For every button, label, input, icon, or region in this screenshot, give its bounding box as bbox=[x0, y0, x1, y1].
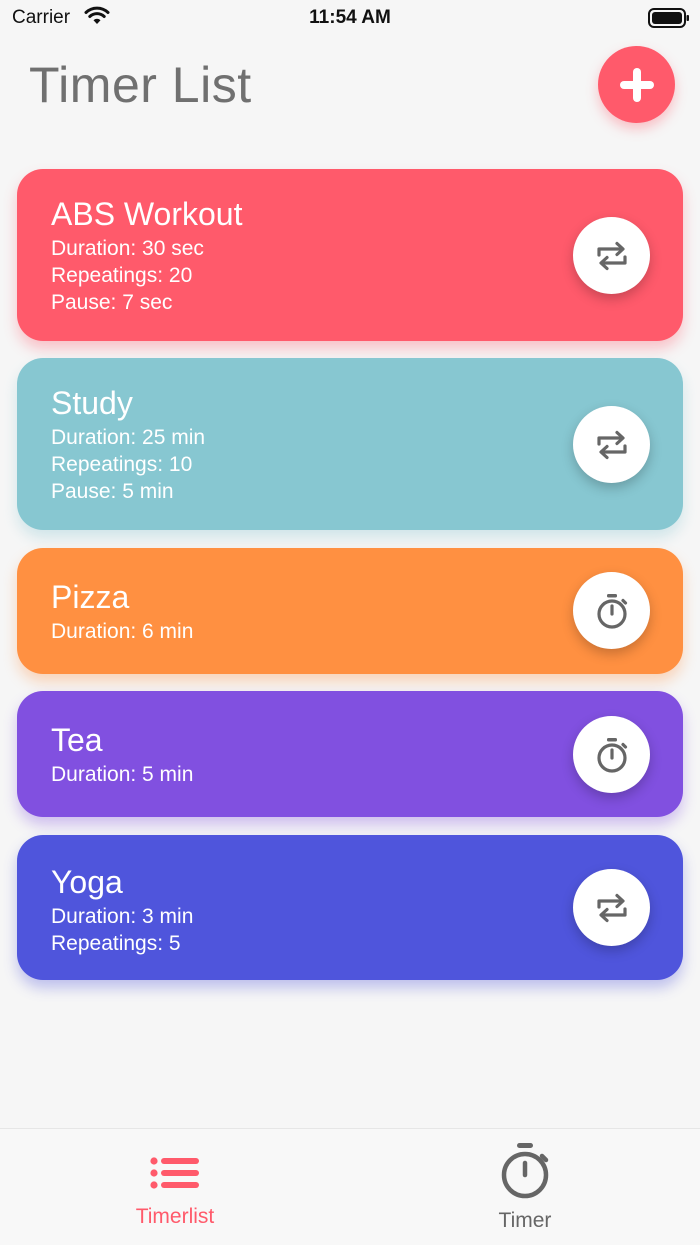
timer-pause: Pause: 5 min bbox=[51, 480, 174, 503]
timer-repeatings: Repeatings: 20 bbox=[51, 264, 193, 287]
tab-label: Timer bbox=[498, 1209, 552, 1232]
repeat-icon bbox=[596, 241, 627, 270]
stopwatch-icon bbox=[596, 737, 627, 773]
add-timer-button[interactable] bbox=[598, 46, 675, 123]
timer-card-tea[interactable]: Tea Duration: 5 min bbox=[17, 691, 683, 817]
timer-duration: Duration: 3 min bbox=[51, 905, 194, 928]
repeat-icon bbox=[596, 430, 627, 459]
repeat-button[interactable] bbox=[573, 869, 650, 946]
timer-card-yoga[interactable]: Yoga Duration: 3 min Repeatings: 5 bbox=[17, 835, 683, 980]
page-title: Timer List bbox=[29, 57, 252, 113]
tab-label: Timerlist bbox=[135, 1205, 215, 1228]
timer-duration: Duration: 6 min bbox=[51, 620, 194, 643]
timer-card-abs-workout[interactable]: ABS Workout Duration: 30 sec Repeatings:… bbox=[17, 169, 683, 341]
stopwatch-button[interactable] bbox=[573, 572, 650, 649]
timer-repeatings: Repeatings: 10 bbox=[51, 453, 193, 476]
list-icon bbox=[0, 1157, 350, 1189]
stopwatch-button[interactable] bbox=[573, 716, 650, 793]
tab-bar: Timerlist Timer bbox=[0, 1128, 700, 1245]
tab-timerlist[interactable]: Timerlist bbox=[0, 1129, 350, 1245]
repeat-button[interactable] bbox=[573, 406, 650, 483]
timer-card-study[interactable]: Study Duration: 25 min Repeatings: 10 Pa… bbox=[17, 358, 683, 530]
timer-title: Study bbox=[51, 385, 133, 421]
battery-icon bbox=[648, 8, 690, 33]
timer-title: Yoga bbox=[51, 864, 123, 900]
repeat-button[interactable] bbox=[573, 217, 650, 294]
repeat-icon bbox=[596, 893, 627, 922]
timer-title: Tea bbox=[51, 722, 103, 758]
stopwatch-icon bbox=[350, 1141, 700, 1201]
timer-duration: Duration: 30 sec bbox=[51, 237, 204, 260]
timer-duration: Duration: 25 min bbox=[51, 426, 206, 449]
timer-title: ABS Workout bbox=[51, 196, 243, 232]
timer-title: Pizza bbox=[51, 579, 130, 615]
status-time: 11:54 AM bbox=[309, 7, 391, 28]
tab-timer[interactable]: Timer bbox=[350, 1129, 700, 1245]
plus-icon bbox=[619, 67, 654, 102]
timer-repeatings: Repeatings: 5 bbox=[51, 932, 181, 955]
timer-pause: Pause: 7 sec bbox=[51, 291, 173, 314]
timer-card-pizza[interactable]: Pizza Duration: 6 min bbox=[17, 548, 683, 674]
timer-duration: Duration: 5 min bbox=[51, 763, 194, 786]
stopwatch-icon bbox=[596, 593, 627, 629]
status-bar: Carrier 11:54 AM bbox=[0, 0, 700, 36]
